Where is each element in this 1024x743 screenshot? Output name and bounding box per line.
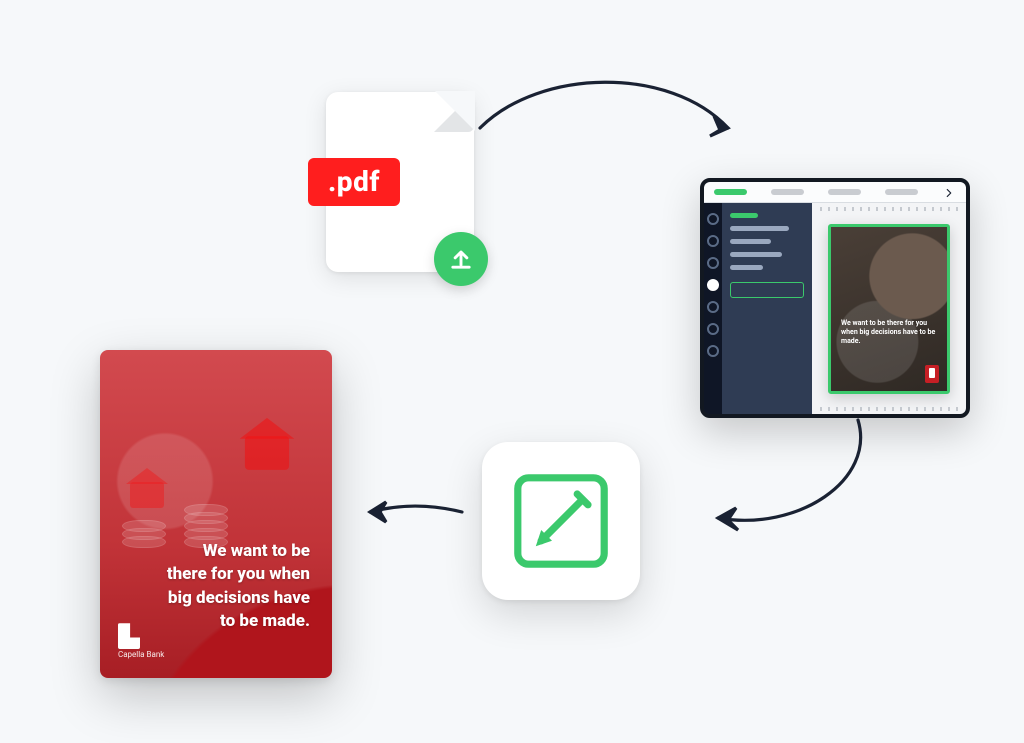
- document-thumbnail: We want to be there for you when big dec…: [828, 224, 950, 394]
- brand-badge-icon: [925, 365, 939, 383]
- editor-canvas: We want to be there for you when big dec…: [812, 203, 966, 415]
- thumbnail-copy: We want to be there for you when big dec…: [841, 319, 937, 346]
- output-headline: We want to be there for you when big dec…: [160, 540, 310, 634]
- step-editor-window: We want to be there for you when big dec…: [700, 178, 970, 418]
- flow-arrow-icon: [470, 58, 750, 168]
- rail-dot-icon: [707, 323, 719, 335]
- rail-dot-icon: [707, 257, 719, 269]
- rail-dot-active-icon: [707, 279, 719, 291]
- house-icon: [245, 436, 289, 470]
- page-fold-icon: [434, 92, 474, 132]
- workflow-diagram: .pdf: [0, 0, 1024, 743]
- panel-line: [730, 213, 758, 218]
- panel-selected-field: [730, 282, 804, 298]
- chevron-right-icon: [942, 185, 956, 199]
- rail-dot-icon: [707, 235, 719, 247]
- editor-tab-active: [714, 189, 747, 195]
- rail-dot-icon: [707, 345, 719, 357]
- rail-dot-icon: [707, 301, 719, 313]
- brand-name: Capella Bank: [118, 651, 164, 660]
- editor-side-panel: [722, 203, 812, 415]
- pdf-extension-tag: .pdf: [308, 158, 400, 206]
- panel-line: [730, 252, 782, 257]
- brand-lockup: Capella Bank: [118, 623, 164, 660]
- step-output-card: We want to be there for you when big dec…: [100, 350, 332, 678]
- panel-line: [730, 239, 771, 244]
- step-edit-tool: [482, 442, 640, 600]
- pencil-edit-icon: [507, 467, 615, 575]
- editor-rail: [704, 203, 722, 415]
- panel-line: [730, 226, 789, 231]
- flow-arrow-icon: [350, 492, 470, 532]
- step-pdf-file: .pdf: [326, 92, 474, 272]
- flow-arrow-icon: [688, 410, 878, 540]
- editor-tab: [771, 189, 804, 195]
- editor-tab: [885, 189, 918, 195]
- editor-tab-bar: [704, 182, 966, 203]
- house-icon: [130, 482, 164, 508]
- brand-mark-icon: [118, 623, 140, 649]
- rail-dot-icon: [707, 213, 719, 225]
- editor-tab: [828, 189, 861, 195]
- panel-line: [730, 265, 763, 270]
- upload-icon: [434, 232, 488, 286]
